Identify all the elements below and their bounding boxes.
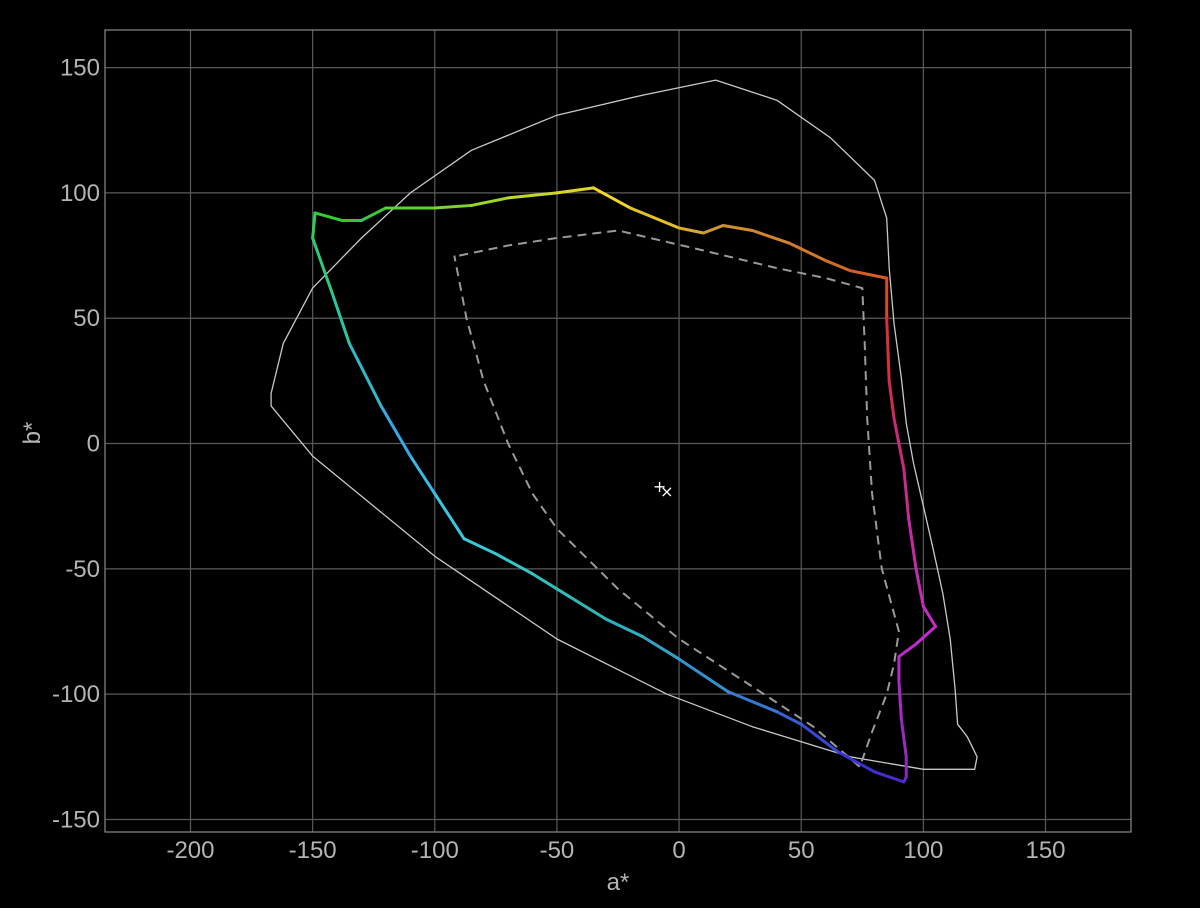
y-tick-label: -150 xyxy=(52,806,100,833)
y-tick-label: 0 xyxy=(87,431,100,458)
x-tick-label: 100 xyxy=(903,837,943,864)
y-tick-label: 100 xyxy=(60,180,100,207)
x-axis-label: a* xyxy=(607,869,630,896)
white-point-marker: × xyxy=(660,482,673,501)
chart-background xyxy=(0,0,1200,908)
x-tick-label: 150 xyxy=(1025,837,1065,864)
y-tick-label: -100 xyxy=(52,681,100,708)
x-tick-label: -200 xyxy=(166,837,214,864)
x-tick-label: 50 xyxy=(788,837,815,864)
y-tick-label: 150 xyxy=(60,55,100,82)
x-tick-label: -150 xyxy=(289,837,337,864)
y-axis-label: b* xyxy=(19,422,46,445)
x-tick-label: 0 xyxy=(672,837,685,864)
y-tick-label: 50 xyxy=(73,305,100,332)
lab-gamut-chart: -200 -150 -100 -50 0 50 100 150 -150 -100 -50 0 50 1… xyxy=(0,0,1200,908)
x-tick-label: -50 xyxy=(540,837,575,864)
x-tick-label: -100 xyxy=(411,837,459,864)
y-tick-label: -50 xyxy=(65,556,100,583)
